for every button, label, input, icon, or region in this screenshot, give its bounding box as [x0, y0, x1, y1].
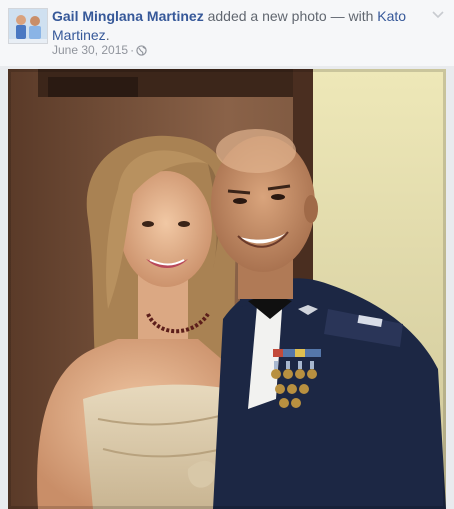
- post-date-link[interactable]: June 30, 2015: [52, 43, 128, 57]
- chevron-down-icon[interactable]: [430, 8, 446, 22]
- post-header: Gail Minglana Martinez added a new photo…: [0, 0, 454, 66]
- author-avatar[interactable]: [8, 8, 48, 44]
- tagged-person-link-last[interactable]: Martinez: [52, 27, 106, 43]
- post-photo[interactable]: [8, 69, 446, 509]
- meta-separator: ·: [130, 43, 135, 57]
- action-text: added a new photo — with: [203, 8, 378, 24]
- globe-icon[interactable]: [136, 45, 147, 59]
- post-meta: June 30, 2015 ·: [52, 43, 147, 59]
- tagged-person-link-first[interactable]: Kato: [377, 8, 406, 24]
- headline-period: .: [105, 27, 110, 43]
- author-name-link[interactable]: Gail Minglana Martinez: [52, 8, 204, 24]
- photo-image: [8, 69, 446, 509]
- post-headline: Gail Minglana Martinez added a new photo…: [52, 7, 422, 45]
- avatar-image: [9, 9, 47, 43]
